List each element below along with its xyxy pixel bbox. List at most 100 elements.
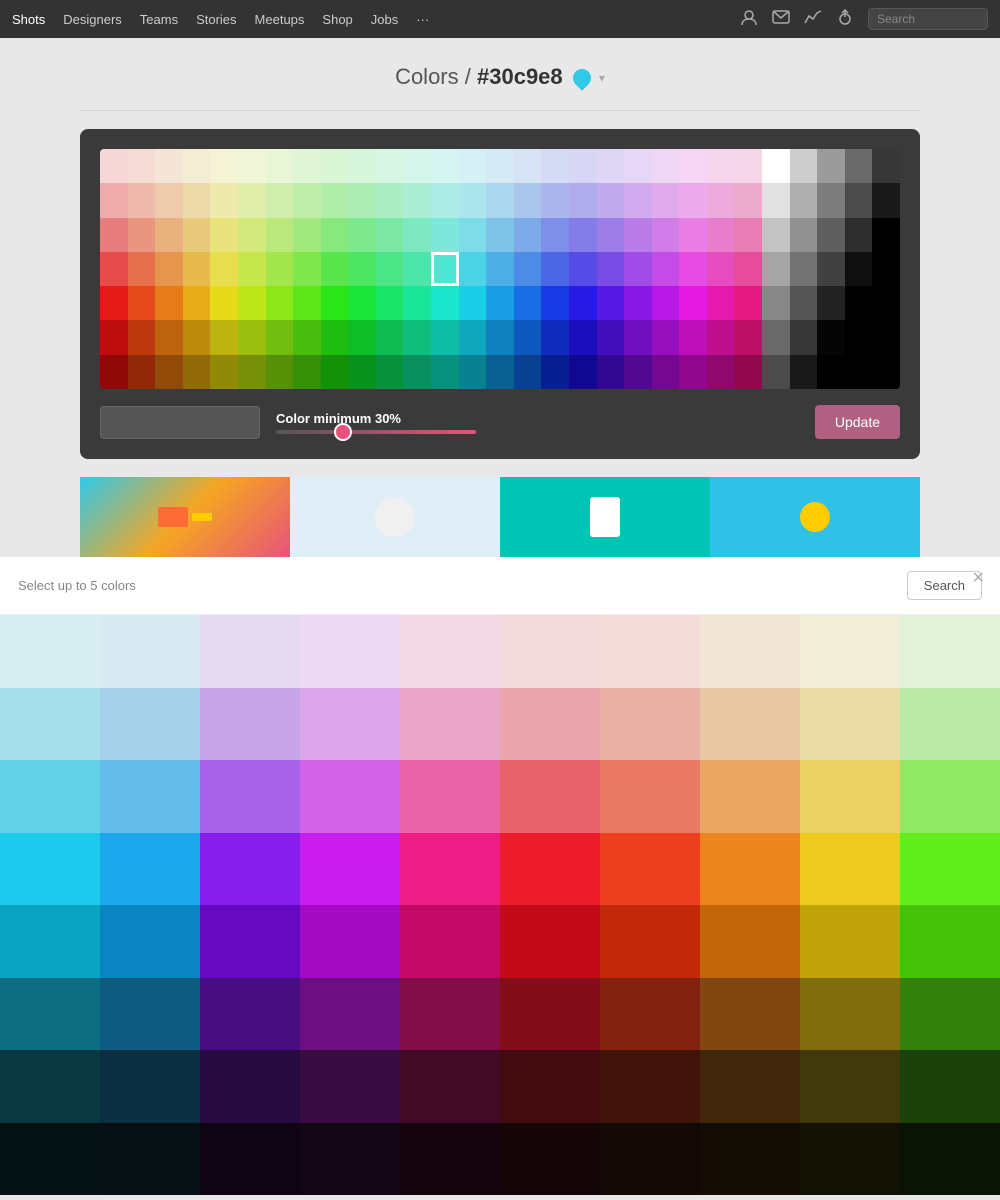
picker-color-cell[interactable]	[100, 218, 128, 252]
picker-color-cell[interactable]	[348, 355, 376, 389]
picker-color-cell[interactable]	[486, 355, 514, 389]
big-color-cell[interactable]	[600, 1050, 700, 1123]
picker-color-cell[interactable]	[403, 320, 431, 354]
picker-color-cell[interactable]	[155, 286, 183, 320]
picker-color-cell[interactable]	[100, 252, 128, 286]
picker-color-cell[interactable]	[762, 286, 790, 320]
picker-color-cell[interactable]	[541, 252, 569, 286]
picker-color-cell[interactable]	[403, 252, 431, 286]
picker-color-cell[interactable]	[183, 218, 211, 252]
picker-color-cell[interactable]	[459, 286, 487, 320]
picker-color-cell[interactable]	[486, 252, 514, 286]
big-color-cell[interactable]	[0, 760, 100, 833]
picker-color-cell[interactable]	[872, 183, 900, 217]
picker-color-cell[interactable]	[431, 355, 459, 389]
picker-color-cell[interactable]	[817, 183, 845, 217]
picker-color-cell[interactable]	[293, 252, 321, 286]
modal-search-button[interactable]: Search	[907, 571, 982, 600]
picker-color-cell[interactable]	[707, 183, 735, 217]
picker-color-cell[interactable]	[652, 286, 680, 320]
picker-color-cell[interactable]	[707, 286, 735, 320]
picker-color-cell[interactable]	[128, 183, 156, 217]
picker-color-cell[interactable]	[790, 252, 818, 286]
picker-color-cell[interactable]	[679, 252, 707, 286]
big-color-cell[interactable]	[600, 615, 700, 688]
picker-color-cell[interactable]	[431, 286, 459, 320]
nav-jobs[interactable]: Jobs	[371, 12, 398, 27]
picker-color-cell[interactable]	[679, 286, 707, 320]
big-color-cell[interactable]	[800, 615, 900, 688]
picker-color-cell[interactable]	[569, 218, 597, 252]
picker-color-cell[interactable]	[872, 218, 900, 252]
picker-color-cell[interactable]	[155, 218, 183, 252]
shot-thumb-3[interactable]	[500, 477, 710, 557]
big-color-cell[interactable]	[700, 833, 800, 906]
analytics-icon[interactable]	[804, 10, 822, 29]
picker-color-cell[interactable]	[734, 218, 762, 252]
picker-color-cell[interactable]	[266, 183, 294, 217]
picker-color-cell[interactable]	[597, 286, 625, 320]
picker-color-cell[interactable]	[734, 320, 762, 354]
picker-color-cell[interactable]	[624, 149, 652, 183]
picker-color-cell[interactable]	[514, 252, 542, 286]
picker-color-cell[interactable]	[597, 149, 625, 183]
big-color-cell[interactable]	[400, 615, 500, 688]
big-color-cell[interactable]	[500, 833, 600, 906]
search-input[interactable]	[868, 8, 988, 30]
picker-color-cell[interactable]	[872, 355, 900, 389]
picker-color-cell[interactable]	[790, 218, 818, 252]
picker-color-cell[interactable]	[597, 218, 625, 252]
big-color-cell[interactable]	[800, 905, 900, 978]
picker-color-cell[interactable]	[459, 320, 487, 354]
picker-color-cell[interactable]	[376, 286, 404, 320]
big-color-cell[interactable]	[600, 760, 700, 833]
nav-shop[interactable]: Shop	[322, 12, 352, 27]
nav-teams[interactable]: Teams	[140, 12, 178, 27]
big-color-cell[interactable]	[500, 978, 600, 1051]
picker-color-cell[interactable]	[597, 320, 625, 354]
nav-shots[interactable]: Shots	[12, 12, 45, 27]
picker-color-cell[interactable]	[514, 183, 542, 217]
big-color-cell[interactable]	[800, 760, 900, 833]
picker-color-cell[interactable]	[817, 286, 845, 320]
picker-color-cell[interactable]	[790, 355, 818, 389]
picker-color-cell[interactable]	[569, 286, 597, 320]
picker-color-cell[interactable]	[155, 320, 183, 354]
picker-color-cell[interactable]	[266, 320, 294, 354]
big-color-cell[interactable]	[900, 615, 1000, 688]
picker-color-cell[interactable]	[376, 183, 404, 217]
big-color-cell[interactable]	[100, 833, 200, 906]
big-color-cell[interactable]	[600, 688, 700, 761]
picker-color-cell[interactable]	[210, 252, 238, 286]
big-color-cell[interactable]	[700, 760, 800, 833]
big-color-grid[interactable]	[0, 615, 1000, 1195]
big-color-cell[interactable]	[0, 978, 100, 1051]
picker-color-cell[interactable]	[679, 355, 707, 389]
picker-color-cell[interactable]	[238, 218, 266, 252]
color-drop-icon[interactable]	[569, 65, 594, 90]
picker-color-cell[interactable]	[872, 286, 900, 320]
picker-color-cell[interactable]	[514, 320, 542, 354]
picker-color-cell[interactable]	[100, 355, 128, 389]
picker-color-cell[interactable]	[486, 286, 514, 320]
big-color-cell[interactable]	[300, 905, 400, 978]
picker-color-cell[interactable]	[128, 286, 156, 320]
picker-color-cell[interactable]	[486, 218, 514, 252]
big-color-cell[interactable]	[200, 760, 300, 833]
big-color-cell[interactable]	[400, 905, 500, 978]
big-color-cell[interactable]	[300, 760, 400, 833]
picker-color-cell[interactable]	[100, 320, 128, 354]
picker-color-cell[interactable]	[376, 218, 404, 252]
picker-color-cell[interactable]	[459, 183, 487, 217]
big-color-cell[interactable]	[700, 615, 800, 688]
big-color-cell[interactable]	[300, 833, 400, 906]
picker-color-cell[interactable]	[100, 149, 128, 183]
big-color-cell[interactable]	[700, 688, 800, 761]
big-color-cell[interactable]	[0, 688, 100, 761]
picker-color-cell[interactable]	[486, 149, 514, 183]
picker-color-cell[interactable]	[266, 252, 294, 286]
picker-color-cell[interactable]	[652, 320, 680, 354]
picker-color-cell[interactable]	[321, 149, 349, 183]
picker-color-cell[interactable]	[100, 286, 128, 320]
picker-color-cell[interactable]	[762, 149, 790, 183]
